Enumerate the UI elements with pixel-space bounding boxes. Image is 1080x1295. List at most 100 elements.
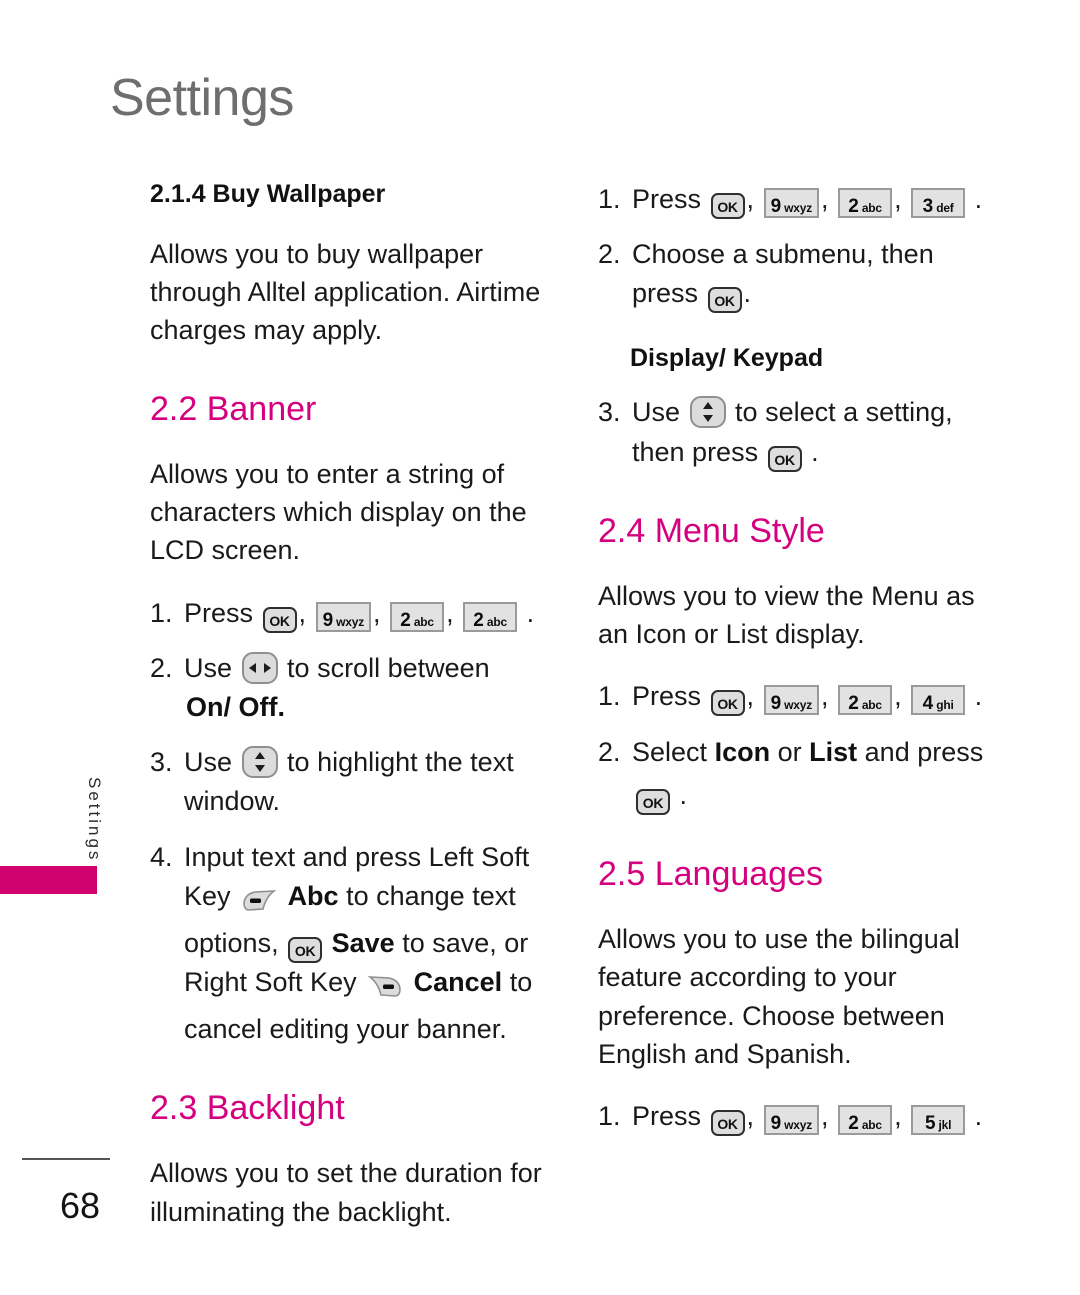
step-number: 2.: [150, 652, 173, 683]
numeric-key-9-icon: 9 wxyz: [315, 601, 372, 632]
ok-key-icon: OK: [288, 936, 323, 963]
steps-backlight: 1. Press OK, 9 wxyz, 2 abc, 3 def . 2. Choo…: [598, 180, 998, 314]
steps-languages: 1. Press OK, 9 wxyz, 2 abc, 5 jkl .: [598, 1097, 998, 1137]
heading-menu-style: 2.4 Menu Style: [598, 511, 825, 550]
comma: ,: [821, 184, 829, 214]
numeric-key-2-icon: 2 abc: [463, 601, 518, 632]
side-tab-marker: [0, 866, 97, 894]
heading-banner: 2.2 Banner: [150, 389, 317, 428]
ok-key-icon: OK: [710, 1110, 745, 1137]
comma: ,: [746, 681, 755, 712]
ok-key-icon: OK: [710, 193, 745, 219]
step-text-tail: to highlight the text window.: [184, 747, 514, 817]
step-text: Select: [632, 736, 708, 767]
heading-display-keypad: Display/ Keypad: [630, 344, 824, 373]
steps-menu-style: 1. Press OK, 9 wxyz, 2 abc, 4 ghi . 2. Sele…: [598, 677, 998, 815]
emphasis-on-off: On/ Off.: [186, 692, 285, 723]
nav-up-down-icon: [689, 396, 726, 429]
step-number: 3.: [598, 397, 621, 428]
step-text: Press: [632, 184, 702, 214]
step-text-tail: to scroll between: [287, 652, 490, 683]
footer-divider: [22, 1158, 110, 1160]
step-number: 1.: [150, 597, 173, 628]
step-banner-4: 4. Input text and press Left Soft Key Ab…: [150, 838, 550, 1050]
option-icon: Icon: [714, 736, 771, 767]
comma: ,: [821, 681, 829, 712]
ok-key-icon: OK: [707, 287, 742, 314]
soft-key-label-save: Save: [331, 927, 395, 958]
right-soft-key-icon: [367, 971, 402, 1010]
step-number: 1.: [598, 681, 621, 712]
step-menu-style-2: 2. Select Icon or List and press OK .: [598, 733, 998, 815]
body-menu-style: Allows you to view the Menu as an Icon o…: [598, 580, 975, 650]
ok-key-icon: OK: [262, 606, 297, 633]
step-text-tail: .: [974, 1101, 983, 1132]
nav-left-right-icon: [241, 651, 278, 684]
ok-key-icon: OK: [636, 788, 670, 815]
body-banner: Allows you to enter a string of characte…: [150, 458, 527, 566]
step-text-mid: or: [777, 736, 802, 767]
steps-banner: 1. Press OK, 9 wxyz, 2 abc, 2 abc . 2. Use …: [150, 594, 550, 1049]
comma: ,: [894, 1101, 902, 1132]
step-text: Press: [632, 681, 702, 712]
step-number: 1.: [598, 184, 621, 214]
step-menu-style-1: 1. Press OK, 9 wxyz, 2 abc, 4 ghi .: [598, 677, 998, 717]
numeric-key-2-icon: 2 abc: [838, 1105, 893, 1136]
step-languages-1: 1. Press OK, 9 wxyz, 2 abc, 5 jkl .: [598, 1097, 998, 1137]
ok-key-icon: OK: [710, 690, 745, 717]
body-languages: Allows you to use the bilingual feature …: [598, 923, 960, 1069]
numeric-key-3-icon: 3 def: [911, 188, 966, 218]
soft-key-label-abc: Abc: [287, 880, 339, 911]
step-banner-1: 1. Press OK, 9 wxyz, 2 abc, 2 abc .: [150, 594, 550, 633]
step-text-mid: and press: [864, 736, 984, 767]
comma: ,: [298, 597, 307, 628]
step-display-keypad-3: 3. Use to select a setting, then press O…: [598, 393, 998, 472]
numeric-key-2-icon: 2 abc: [390, 601, 445, 632]
numeric-key-9-icon: 9 wxyz: [763, 188, 820, 218]
left-column: 2.1.4 Buy Wallpaper Allows you to buy wa…: [150, 180, 550, 1255]
side-tab-label: Settings: [85, 777, 104, 863]
page-title: Settings: [110, 69, 294, 127]
numeric-key-4-icon: 4 ghi: [911, 685, 966, 716]
heading-buy-wallpaper: 2.1.4 Buy Wallpaper: [150, 180, 386, 208]
comma: ,: [746, 1101, 755, 1132]
step-text-tail: .: [811, 436, 819, 467]
step-banner-2: 2. Use to scroll between On/ Off.: [150, 649, 550, 727]
page-number: 68: [60, 1185, 101, 1226]
step-text-tail: .: [743, 278, 752, 309]
steps-display-keypad: 3. Use to select a setting, then press O…: [598, 393, 998, 472]
option-list: List: [809, 736, 858, 767]
comma: ,: [894, 681, 902, 712]
step-text: Press: [632, 1101, 702, 1132]
step-backlight-1: 1. Press OK, 9 wxyz, 2 abc, 3 def .: [598, 180, 998, 219]
right-column: 1. Press OK, 9 wxyz, 2 abc, 3 def . 2. Choo…: [598, 180, 998, 1152]
step-number: 1.: [598, 1101, 621, 1132]
step-text: Press: [184, 597, 254, 628]
numeric-key-2-icon: 2 abc: [838, 685, 893, 716]
comma: ,: [373, 597, 381, 628]
numeric-key-2-icon: 2 abc: [838, 188, 893, 218]
comma: ,: [446, 597, 454, 628]
numeric-key-9-icon: 9 wxyz: [763, 1105, 820, 1136]
step-number: 4.: [150, 841, 173, 872]
step-text: Use: [184, 747, 233, 778]
body-buy-wallpaper: Allows you to buy wallpaper through Allt…: [150, 238, 541, 346]
step-text-tail: .: [974, 184, 983, 214]
step-text: Use: [632, 397, 681, 428]
step-number: 2.: [598, 736, 621, 767]
step-text-tail: .: [679, 779, 688, 810]
step-number: 3.: [150, 747, 173, 778]
step-text: Use: [184, 652, 233, 683]
heading-backlight: 2.3 Backlight: [150, 1089, 345, 1128]
step-text: Choose a submenu, then press: [632, 239, 934, 309]
numeric-key-9-icon: 9 wxyz: [763, 685, 820, 716]
soft-key-label-cancel: Cancel: [413, 966, 503, 997]
left-soft-key-icon: [242, 885, 277, 924]
step-text-tail: .: [974, 681, 983, 712]
step-backlight-2: 2. Choose a submenu, then press OK.: [598, 235, 998, 314]
body-backlight: Allows you to set the duration for illum…: [150, 1158, 542, 1227]
step-banner-3: 3. Use to highlight the text window.: [150, 743, 550, 821]
numeric-key-5-icon: 5 jkl: [911, 1105, 966, 1136]
ok-key-icon: OK: [767, 445, 802, 472]
step-text-tail: .: [526, 597, 535, 628]
